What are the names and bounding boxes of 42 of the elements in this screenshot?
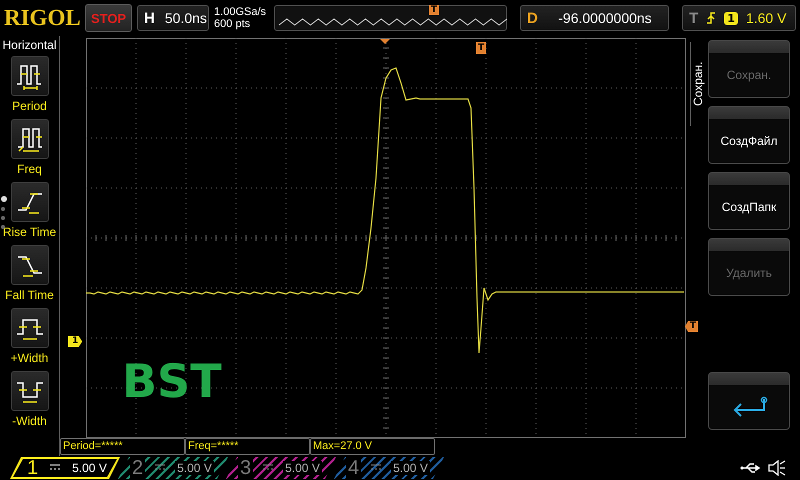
rising-edge-icon — [706, 11, 716, 25]
usb-icon — [740, 462, 762, 474]
trigger-source-badge: 1 — [724, 12, 738, 24]
menu-softkey[interactable]: СоздПапк — [708, 172, 790, 230]
speaker-muted-icon — [768, 460, 786, 476]
delay-label: D — [526, 10, 538, 26]
trigger-level-marker: T — [684, 321, 698, 332]
channel-number: 3 — [238, 456, 254, 480]
trigger-position-marker: T — [428, 5, 440, 15]
trigger-position-marker: T — [476, 42, 486, 54]
dc-coupling-icon — [155, 464, 166, 472]
memory-depth: 600 pts — [214, 18, 252, 30]
dc-coupling-icon — [371, 464, 382, 472]
channel-scale: 5.00 V — [175, 461, 214, 475]
menu-softkey[interactable]: СоздФайл — [708, 106, 790, 164]
channel-tab[interactable]: 4 5.00 V — [334, 457, 444, 479]
back-softkey[interactable] — [708, 372, 790, 430]
brand-logo: RIGOL — [4, 5, 80, 31]
annotation-label: BST — [122, 354, 222, 408]
channel-tab[interactable]: 2 5.00 V — [118, 457, 228, 479]
dc-coupling-icon — [263, 464, 274, 472]
channel-tab[interactable]: 3 5.00 V — [226, 457, 336, 479]
timebase-label: H — [144, 10, 155, 26]
measurement-button[interactable]: Rise Time — [2, 182, 56, 242]
channel-scale: 5.00 V — [391, 461, 430, 475]
trigger-label: T — [689, 10, 698, 26]
delay-value: -96.0000000ns — [557, 10, 653, 26]
dc-coupling-icon — [50, 464, 60, 472]
channel-tab[interactable]: 1 5.00 V — [10, 457, 120, 479]
trigger-level: 1.60 V — [746, 10, 786, 26]
channel-scale: 5.00 V — [283, 461, 322, 475]
menu-title: Horizontal — [2, 38, 57, 52]
channel-marker: 1 — [68, 336, 82, 347]
channel-number: 2 — [130, 456, 146, 480]
trigger-position-icon — [380, 39, 390, 44]
channel-number: 4 — [346, 456, 362, 480]
measurement-readout: Period=***** — [60, 438, 185, 455]
timebase-value: 50.0ns — [164, 10, 207, 26]
channel-scale: 5.00 V — [70, 461, 109, 475]
measurement-readout: Max=27.0 V — [310, 438, 435, 455]
measurement-readout: Freq=***** — [185, 438, 310, 455]
sample-rate: 1.00GSa/s — [214, 6, 268, 18]
